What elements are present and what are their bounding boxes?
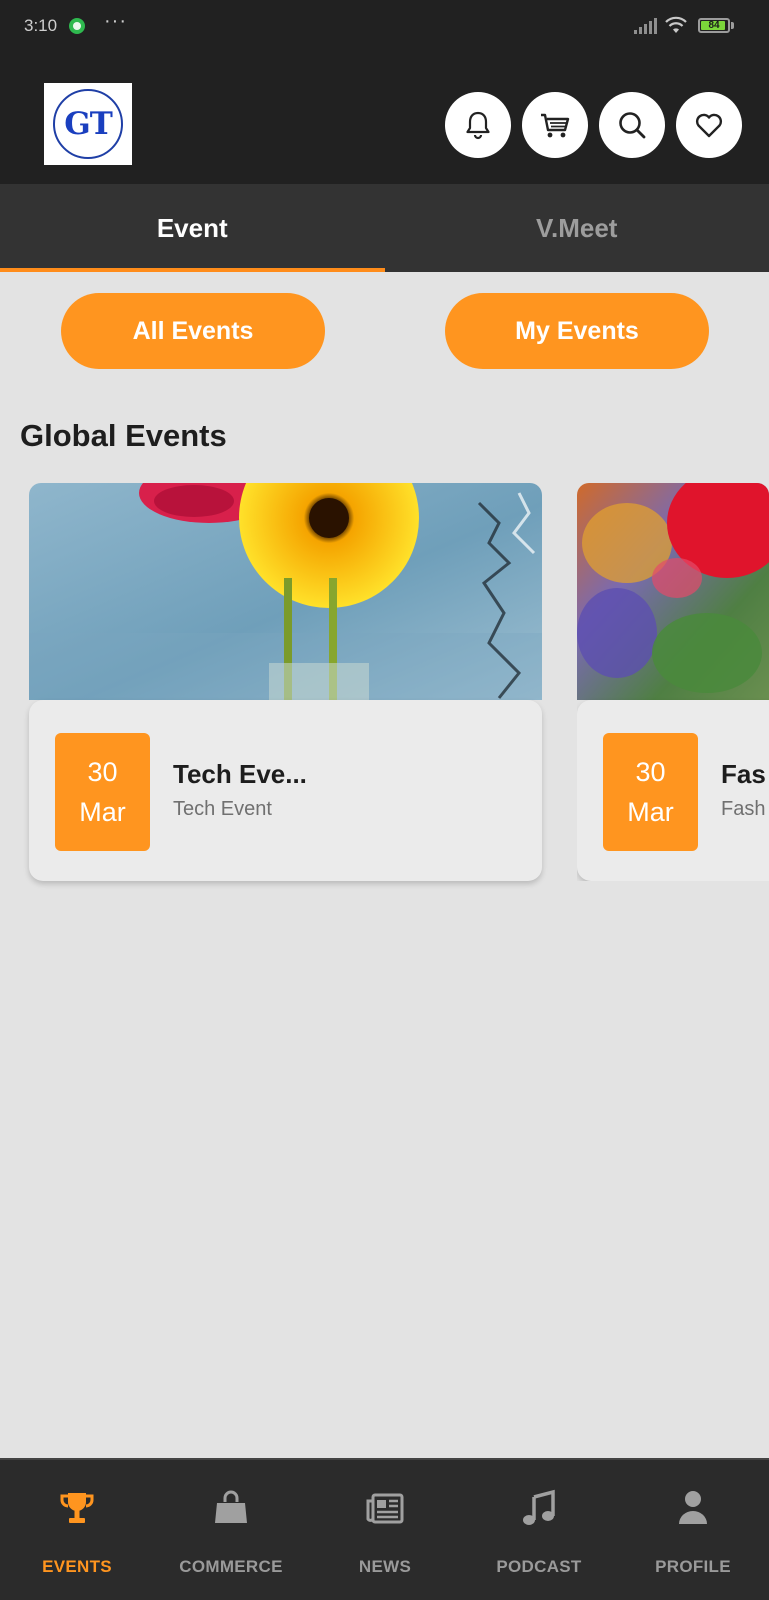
battery-indicator: 84 [698,18,730,33]
user-icon [679,1491,707,1524]
status-bar: 3:10 ··· 84 [0,0,769,54]
nav-commerce[interactable]: COMMERCE [154,1460,308,1600]
nav-news-label: NEWS [358,1557,412,1576]
section-title: Global Events [20,418,227,453]
event-image [29,483,542,700]
app-header: GT [0,54,769,184]
my-events-button[interactable]: My Events [445,293,709,369]
date-badge: 30 Mar [603,733,698,851]
search-icon [619,112,646,139]
event-day: 30 [87,757,118,787]
event-card[interactable]: 30 Mar Fas Fash [577,483,769,881]
event-subtitle: Fash [721,798,766,820]
nav-podcast-label: PODCAST [496,1557,582,1576]
battery-nub [731,22,734,29]
wifi-icon [665,16,687,33]
cart-button[interactable] [522,92,588,158]
signal-icon [634,18,657,34]
nav-podcast[interactable]: PODCAST [462,1460,616,1600]
notifications-button[interactable] [445,92,511,158]
tab-vmeet[interactable]: V.Meet [385,184,769,272]
top-tabs: Event V.Meet [0,184,769,272]
shopping-bag-icon [215,1490,247,1523]
event-image [577,483,769,700]
bottom-nav: EVENTS COMMERCE NEWS PODCAST PROFILE [0,1458,769,1600]
newspaper-icon [366,1493,404,1524]
flower-photo [29,483,542,700]
event-info: 30 Mar Fas Fash [577,700,769,881]
event-day: 30 [635,757,666,787]
favorites-button[interactable] [676,92,742,158]
event-title: Fas [721,759,766,789]
tab-event[interactable]: Event [0,184,385,272]
bell-icon [466,111,490,140]
date-badge: 30 Mar [55,733,150,851]
event-card[interactable]: 30 Mar Tech Eve... Tech Event [29,483,542,881]
nav-news[interactable]: NEWS [308,1460,462,1600]
app-logo[interactable]: GT [44,83,132,165]
event-subtitle: Tech Event [173,798,272,820]
nav-profile-label: PROFILE [655,1557,731,1576]
all-events-button[interactable]: All Events [61,293,325,369]
whatsapp-icon [69,18,85,34]
event-month: Mar [627,797,674,827]
heart-icon [695,113,723,138]
flower-photo [577,483,769,700]
event-month: Mar [79,797,126,827]
battery-level: 84 [708,20,720,31]
event-title: Tech Eve... [173,759,307,789]
music-note-icon [523,1489,555,1525]
status-more-dots: ··· [104,10,127,32]
event-info: 30 Mar Tech Eve... Tech Event [29,700,542,881]
nav-events-label: EVENTS [42,1557,112,1576]
cart-icon [541,113,570,138]
trophy-icon [60,1493,94,1523]
search-button[interactable] [599,92,665,158]
nav-commerce-label: COMMERCE [179,1557,283,1576]
nav-profile[interactable]: PROFILE [616,1460,769,1600]
nav-events[interactable]: EVENTS [0,1460,154,1600]
logo-text: GT [64,106,113,142]
status-time: 3:10 [24,16,58,35]
